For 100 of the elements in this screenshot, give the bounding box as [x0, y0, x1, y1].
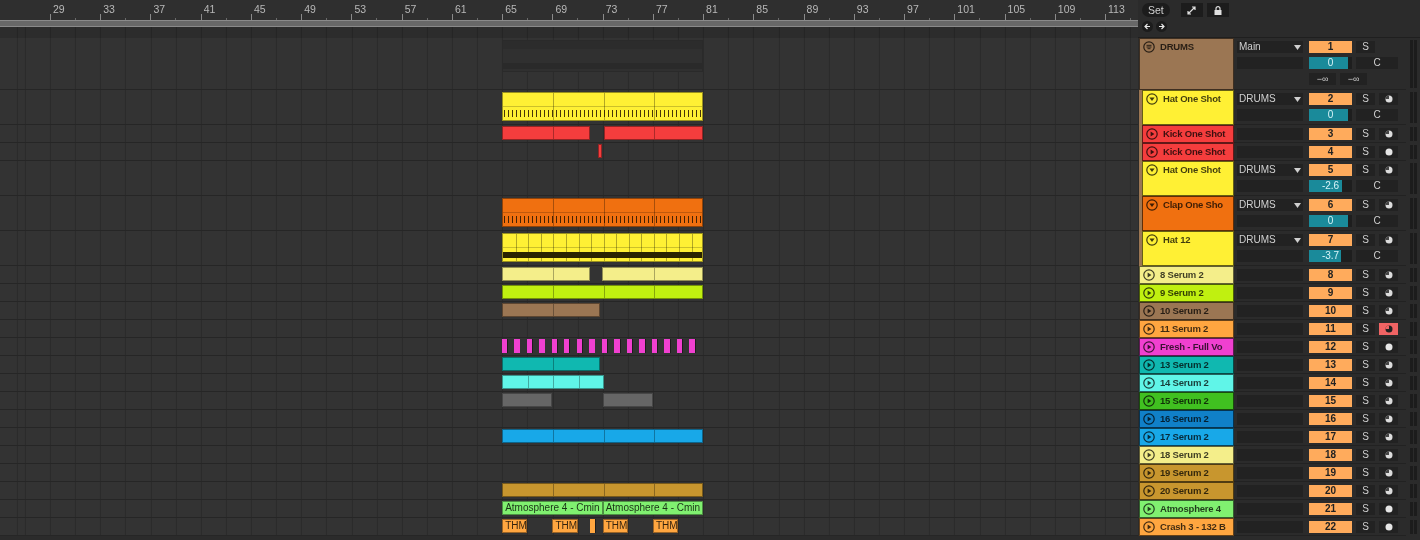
solo-button[interactable]: S — [1356, 199, 1375, 211]
arm-button[interactable] — [1379, 287, 1398, 299]
fold-icon[interactable] — [1146, 164, 1158, 176]
arm-button[interactable] — [1379, 234, 1398, 246]
track-number[interactable]: 11 — [1309, 323, 1352, 335]
scroll-bar[interactable] — [0, 20, 1138, 27]
volume-field[interactable]: 0 — [1309, 57, 1352, 69]
arm-button[interactable] — [1379, 146, 1398, 158]
solo-button[interactable]: S — [1356, 503, 1375, 515]
track-number[interactable]: 4 — [1309, 146, 1352, 158]
arm-button[interactable] — [1379, 395, 1398, 407]
solo-button[interactable]: S — [1356, 234, 1375, 246]
track-number[interactable]: 20 — [1309, 485, 1352, 497]
track-name[interactable]: 9 Serum 2 — [1139, 284, 1234, 302]
play-icon[interactable] — [1143, 485, 1155, 497]
arm-button[interactable] — [1379, 269, 1398, 281]
clip[interactable] — [502, 339, 699, 353]
pan-field[interactable]: C — [1356, 215, 1398, 227]
track-name[interactable]: 16 Serum 2 — [1139, 410, 1234, 428]
track-name[interactable]: Crash 3 - 132 B — [1139, 518, 1234, 536]
fold-icon[interactable] — [1146, 234, 1158, 246]
solo-button[interactable]: S — [1356, 269, 1375, 281]
track-name[interactable]: Kick One Shot — [1142, 125, 1234, 143]
arm-button[interactable] — [1379, 359, 1398, 371]
arm-button[interactable] — [1379, 521, 1398, 533]
play-icon[interactable] — [1143, 323, 1155, 335]
pan-field[interactable]: C — [1356, 57, 1398, 69]
play-icon[interactable] — [1143, 269, 1155, 281]
solo-button[interactable]: S — [1356, 305, 1375, 317]
clip[interactable]: THM — [602, 519, 628, 533]
play-icon[interactable] — [1143, 305, 1155, 317]
arm-button[interactable] — [1379, 93, 1398, 105]
clip[interactable]: THM — [652, 519, 678, 533]
track-number[interactable]: 15 — [1309, 395, 1352, 407]
arm-button[interactable] — [1379, 377, 1398, 389]
solo-button[interactable]: S — [1356, 287, 1375, 299]
play-icon[interactable] — [1143, 431, 1155, 443]
track-number[interactable]: 21 — [1309, 503, 1352, 515]
play-icon[interactable] — [1143, 503, 1155, 515]
track-number[interactable]: 22 — [1309, 521, 1352, 533]
volume-field[interactable]: 0 — [1309, 215, 1352, 227]
solo-button[interactable]: S — [1356, 395, 1375, 407]
arm-button[interactable] — [1379, 164, 1398, 176]
play-icon[interactable] — [1143, 413, 1155, 425]
solo-button[interactable]: S — [1356, 449, 1375, 461]
group-icon[interactable] — [1143, 41, 1155, 53]
arm-button[interactable] — [1379, 341, 1398, 353]
pan-field[interactable]: C — [1356, 250, 1398, 262]
solo-button[interactable]: S — [1356, 323, 1375, 335]
solo-button[interactable]: S — [1356, 521, 1375, 533]
track-number[interactable]: 1 — [1309, 41, 1352, 53]
solo-button[interactable]: S — [1356, 431, 1375, 443]
volume-field[interactable]: -3.7 — [1309, 250, 1352, 262]
clip[interactable]: Atmosphere 4 - Cmin — [502, 501, 603, 515]
arm-button[interactable] — [1379, 305, 1398, 317]
arm-button[interactable] — [1379, 199, 1398, 211]
track-name[interactable]: 8 Serum 2 — [1139, 266, 1234, 284]
track-number[interactable]: 8 — [1309, 269, 1352, 281]
play-icon[interactable] — [1146, 128, 1158, 140]
clip[interactable]: Atmosphere 4 - Cmin — [602, 501, 704, 515]
play-icon[interactable] — [1143, 521, 1155, 533]
track-number[interactable]: 2 — [1309, 93, 1352, 105]
track-number[interactable]: 10 — [1309, 305, 1352, 317]
clip[interactable]: THM — [552, 519, 578, 533]
track-name[interactable]: Hat 12 — [1142, 231, 1234, 266]
track-name[interactable]: Kick One Shot — [1142, 143, 1234, 161]
arm-button[interactable] — [1379, 449, 1398, 461]
track-number[interactable]: 7 — [1309, 234, 1352, 246]
solo-button[interactable]: S — [1356, 413, 1375, 425]
fold-icon[interactable] — [1146, 93, 1158, 105]
routing-dropdown[interactable]: DRUMS — [1237, 234, 1303, 246]
track-number[interactable]: 19 — [1309, 467, 1352, 479]
solo-button[interactable]: S — [1356, 467, 1375, 479]
play-icon[interactable] — [1143, 287, 1155, 299]
track-number[interactable]: 3 — [1309, 128, 1352, 140]
track-number[interactable]: 17 — [1309, 431, 1352, 443]
track-name[interactable]: 19 Serum 2 — [1139, 464, 1234, 482]
track-name[interactable]: 10 Serum 2 — [1139, 302, 1234, 320]
routing-dropdown[interactable]: DRUMS — [1237, 93, 1303, 105]
arm-button[interactable] — [1379, 467, 1398, 479]
fold-icon[interactable] — [1146, 199, 1158, 211]
track-name[interactable]: DRUMS — [1139, 38, 1234, 90]
solo-button[interactable]: S — [1356, 41, 1375, 53]
track-name[interactable]: 18 Serum 2 — [1139, 446, 1234, 464]
track-name[interactable]: Clap One Sho — [1142, 196, 1234, 231]
arm-button[interactable] — [1379, 128, 1398, 140]
track-name[interactable]: Hat One Shot — [1142, 90, 1234, 125]
solo-button[interactable]: S — [1356, 93, 1375, 105]
arm-button[interactable] — [1379, 431, 1398, 443]
track-number[interactable]: 14 — [1309, 377, 1352, 389]
arm-button[interactable] — [1379, 485, 1398, 497]
track-name[interactable]: 11 Serum 2 — [1139, 320, 1234, 338]
solo-button[interactable]: S — [1356, 128, 1375, 140]
track-number[interactable]: 13 — [1309, 359, 1352, 371]
volume-field[interactable]: -2.6 — [1309, 180, 1352, 192]
track-name[interactable]: 13 Serum 2 — [1139, 356, 1234, 374]
play-icon[interactable] — [1143, 467, 1155, 479]
track-number[interactable]: 6 — [1309, 199, 1352, 211]
track-name[interactable]: 14 Serum 2 — [1139, 374, 1234, 392]
play-icon[interactable] — [1143, 359, 1155, 371]
